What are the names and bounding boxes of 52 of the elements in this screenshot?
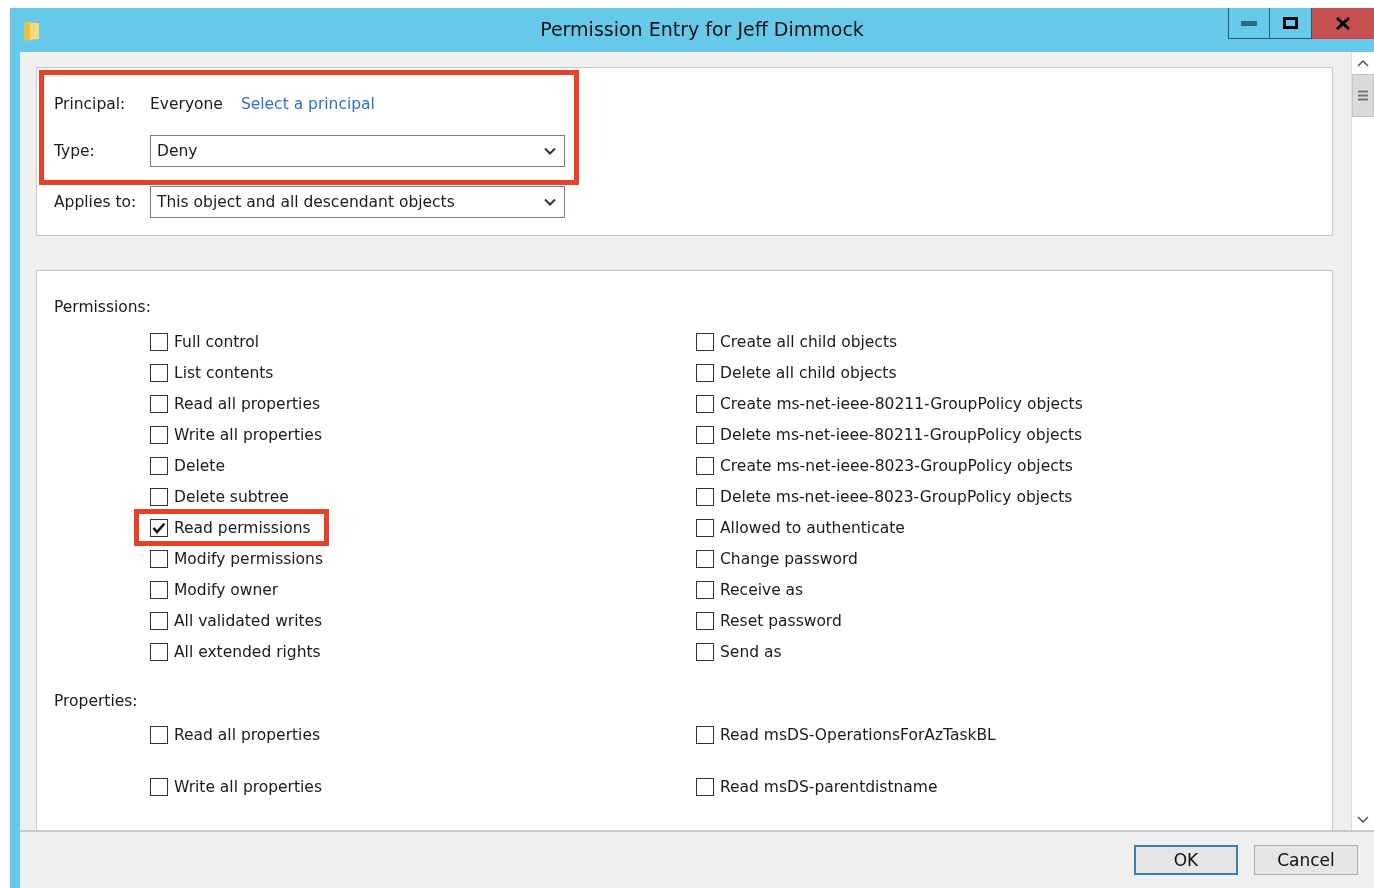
close-icon: [1336, 17, 1350, 30]
checkbox[interactable]: Delete: [150, 456, 225, 475]
scrollbar[interactable]: [1351, 52, 1374, 830]
checkbox[interactable]: Delete all child objects: [696, 363, 897, 382]
checkbox[interactable]: All validated writes: [150, 611, 323, 630]
checkbox[interactable]: Delete ms-net-ieee-8023-GroupPolicy objects: [696, 487, 1073, 506]
window-title: Permission Entry for Jeff Dimmock: [540, 18, 864, 40]
folder-icon: [22, 20, 42, 42]
checkbox[interactable]: Create all child objects: [696, 332, 898, 351]
checkbox[interactable]: Read all properties: [150, 394, 320, 413]
section-label: Permissions:: [54, 297, 152, 318]
select-principal-link[interactable]: Select a principal: [240, 95, 375, 113]
checkbox[interactable]: Read all properties: [150, 725, 320, 744]
grip-icon: [1358, 90, 1368, 101]
scroll-down-icon[interactable]: [1357, 815, 1369, 823]
checkbox[interactable]: Read permissions: [150, 518, 311, 537]
checkbox[interactable]: Allowed to authenticate: [696, 518, 905, 537]
checkbox[interactable]: Change password: [696, 549, 858, 568]
checkbox[interactable]: Modify permissions: [150, 549, 323, 568]
chevron-down-icon: [544, 198, 556, 206]
ok-button[interactable]: OK: [1134, 845, 1238, 875]
checkbox[interactable]: Delete subtree: [150, 487, 289, 506]
checkmark-icon: [152, 521, 166, 534]
checkbox[interactable]: Write all properties: [150, 425, 322, 444]
section-label: Properties:: [54, 691, 139, 712]
scroll-up-icon[interactable]: [1357, 59, 1369, 67]
checkbox[interactable]: Write all properties: [150, 777, 322, 796]
minimize-icon: [1241, 20, 1257, 26]
checkbox[interactable]: Delete ms-net-ieee-80211-GroupPolicy objects: [696, 425, 1083, 444]
checkbox[interactable]: Receive as: [696, 580, 804, 599]
checkbox[interactable]: Full control: [150, 332, 260, 351]
type-dropdown[interactable]: Deny: [150, 135, 565, 167]
checkbox[interactable]: Read msDS-parentdistname: [696, 777, 938, 796]
checkbox[interactable]: Send as: [696, 642, 782, 661]
checkbox[interactable]: Create ms-net-ieee-80211-GroupPolicy objects: [696, 394, 1083, 413]
chevron-down-icon: [544, 147, 556, 155]
checkbox[interactable]: All extended rights: [150, 642, 321, 661]
principal-name: Everyone: [150, 95, 223, 113]
maximize-icon: [1283, 17, 1298, 29]
applies-to-dropdown[interactable]: This object and all descendant objects: [150, 186, 565, 218]
checkbox[interactable]: Modify owner: [150, 580, 279, 599]
close-button[interactable]: [1312, 8, 1374, 39]
checkbox[interactable]: Create ms-net-ieee-8023-GroupPolicy objects: [696, 456, 1073, 475]
checkbox[interactable]: Read msDS-OperationsForAzTaskBL: [696, 725, 996, 744]
field-label: Applies to:: [54, 193, 138, 211]
checkbox[interactable]: List contents: [150, 363, 274, 382]
field-label: Type:: [54, 142, 96, 160]
minimize-button[interactable]: [1228, 8, 1270, 39]
cancel-button[interactable]: Cancel: [1254, 845, 1358, 875]
maximize-button[interactable]: [1270, 8, 1312, 39]
checkbox[interactable]: Reset password: [696, 611, 842, 630]
field-label: Principal:: [54, 95, 127, 113]
